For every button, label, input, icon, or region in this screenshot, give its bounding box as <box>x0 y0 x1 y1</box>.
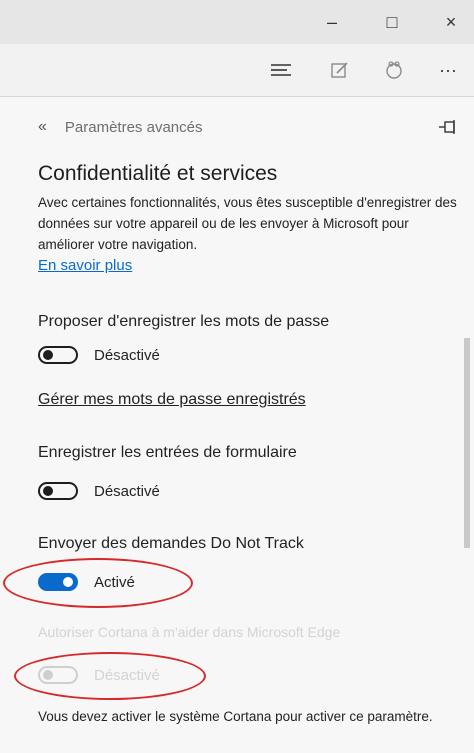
passwords-toggle-row[interactable]: Désactivé <box>38 346 160 364</box>
learn-more-link[interactable]: En savoir plus <box>38 257 132 274</box>
window-titlebar: – □ × <box>0 0 474 44</box>
passwords-label: Proposer d'enregistrer les mots de passe <box>38 313 330 330</box>
manage-passwords-link[interactable]: Gérer mes mots de passe enregistrés <box>38 391 306 409</box>
more-icon[interactable]: ··· <box>430 54 466 86</box>
forms-state: Désactivé <box>94 482 160 500</box>
forms-toggle-row[interactable]: Désactivé <box>38 482 160 500</box>
share-icon[interactable] <box>376 54 412 86</box>
annotation-ellipse <box>14 652 206 700</box>
description-text: Avec certaines fonctionnalités, vous ête… <box>38 195 457 252</box>
dnt-label: Envoyer des demandes Do Not Track <box>38 535 304 552</box>
toggle-knob <box>43 350 53 360</box>
passwords-toggle[interactable] <box>38 346 78 364</box>
close-button[interactable]: × <box>428 0 474 44</box>
pin-icon[interactable] <box>438 118 458 136</box>
toggle-knob <box>43 486 53 496</box>
minimize-button[interactable]: – <box>309 0 355 44</box>
scrollbar-thumb[interactable] <box>464 338 470 548</box>
back-icon[interactable]: « <box>38 118 47 136</box>
cortana-label: Autoriser Cortana à m'aider dans Microso… <box>38 624 341 640</box>
section-title: Confidentialité et services <box>38 162 278 185</box>
panel-title: Paramètres avancés <box>64 118 203 136</box>
cortana-footnote: Vous devez activer le système Cortana po… <box>38 709 433 724</box>
annotation-ellipse <box>3 558 193 608</box>
section-description: Avec certaines fonctionnalités, vous ête… <box>38 192 458 276</box>
web-note-icon[interactable] <box>322 54 358 86</box>
forms-label: Enregistrer les entrées de formulaire <box>38 444 297 461</box>
breadcrumb: « Paramètres avancés <box>38 118 202 136</box>
hub-icon[interactable] <box>263 54 299 86</box>
browser-toolbar: ··· <box>0 44 474 97</box>
forms-toggle[interactable] <box>38 482 78 500</box>
passwords-state: Désactivé <box>94 346 160 364</box>
maximize-button[interactable]: □ <box>369 0 415 44</box>
